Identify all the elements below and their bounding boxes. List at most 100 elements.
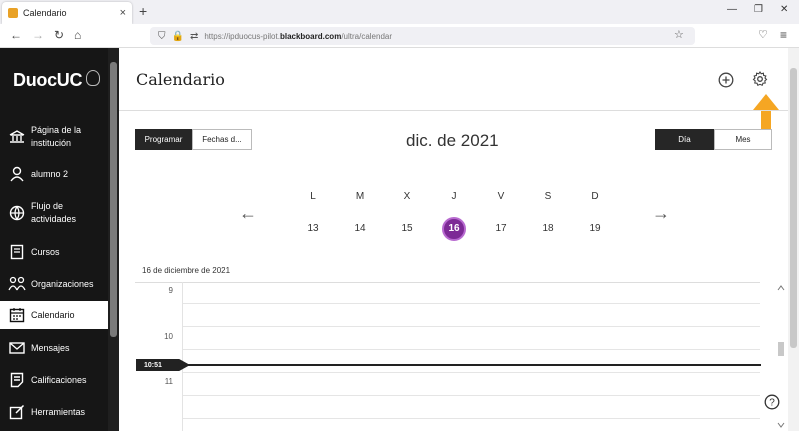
hour-line — [183, 418, 760, 419]
next-week-icon[interactable]: → — [652, 203, 670, 224]
hour-line — [183, 326, 760, 327]
sidebar-scrollbar-thumb[interactable] — [110, 62, 117, 337]
hour-column-divider — [182, 282, 183, 431]
annotation-arrow-icon — [753, 94, 779, 134]
sidebar-item-label: Flujo de actividades — [31, 201, 77, 224]
sidebar-item-herramientas[interactable]: Herramientas — [0, 402, 108, 422]
gear-icon[interactable] — [752, 71, 768, 87]
courses-icon — [8, 244, 26, 260]
sidebar-item-label: Calificaciones — [31, 374, 87, 385]
sidebar-item-calendario[interactable]: Calendario — [0, 301, 108, 329]
grades-icon — [8, 372, 26, 388]
mes-view-button[interactable]: Mes — [714, 129, 772, 150]
reload-icon[interactable]: ↻ — [54, 28, 64, 42]
sidebar: DuocUC Página de la institución alumno 2… — [0, 48, 119, 431]
restore-icon[interactable]: ❐ — [754, 4, 763, 15]
home-icon[interactable]: ⌂ — [74, 28, 81, 42]
day-number: 17 — [495, 223, 507, 234]
organizations-icon — [8, 276, 26, 292]
tools-icon — [8, 404, 26, 420]
programar-button[interactable]: Programar — [135, 129, 192, 150]
day-sat[interactable]: S 18 — [533, 191, 563, 241]
duoc-logo[interactable]: DuocUC — [13, 70, 83, 91]
menu-icon[interactable]: ≡ — [780, 28, 787, 42]
browser-tab-bar: Calendario × + — ❐ ✕ — [0, 0, 799, 24]
hour-line — [183, 372, 760, 373]
sidebar-item-cursos[interactable]: Cursos — [0, 242, 108, 262]
sidebar-item-organizaciones[interactable]: Organizaciones — [0, 274, 108, 294]
sidebar-item-institucion[interactable]: Página de la institución — [0, 122, 108, 152]
page-scrollbar-thumb[interactable] — [790, 68, 797, 348]
mail-icon — [8, 340, 26, 356]
sidebar-item-label: Organizaciones — [31, 278, 94, 289]
help-icon[interactable]: ? — [764, 394, 780, 410]
sidebar-item-label: Calendario — [31, 309, 75, 320]
day-fri[interactable]: V 17 — [486, 191, 516, 241]
day-number: 18 — [542, 223, 554, 234]
hour-label: 11 — [164, 377, 173, 386]
hour-label: 9 — [168, 286, 173, 295]
forward-icon[interactable]: → — [32, 28, 44, 42]
shield-icon: ⛉ — [158, 30, 166, 42]
day-number: 16 — [442, 217, 466, 241]
sidebar-item-flujo[interactable]: Flujo de actividades — [0, 198, 108, 228]
day-letter: V — [497, 191, 505, 202]
institution-icon — [8, 129, 26, 145]
day-letter: D — [591, 191, 599, 202]
tab-title: Calendario — [23, 8, 67, 18]
seal-icon — [86, 70, 100, 86]
day-tue[interactable]: M 14 — [345, 191, 375, 241]
back-icon[interactable]: ← — [10, 28, 22, 42]
current-time-line — [183, 364, 761, 366]
day-number: 15 — [401, 223, 413, 234]
favicon-icon — [8, 8, 18, 18]
day-letter: M — [355, 191, 365, 202]
url-host: blackboard.com — [279, 31, 342, 41]
add-event-icon[interactable] — [718, 72, 734, 88]
half-hour-line — [183, 395, 760, 396]
window-close-icon[interactable]: ✕ — [780, 4, 788, 15]
day-number: 14 — [354, 223, 366, 234]
day-letter: X — [403, 191, 411, 202]
day-schedule-grid[interactable] — [135, 282, 760, 431]
help-glyph: ? — [769, 398, 775, 409]
permissions-icon: ⇄ — [189, 30, 199, 42]
sidebar-item-alumno[interactable]: alumno 2 — [0, 164, 108, 184]
page-title: Calendario — [136, 70, 225, 89]
lock-icon: 🔒 — [171, 30, 184, 42]
browser-tab[interactable]: Calendario × — [2, 2, 132, 24]
selected-date-label: 16 de diciembre de 2021 — [142, 266, 231, 275]
url-bar[interactable]: ⛉ 🔒 ⇄ https://ipduocus-pilot. blackboard.… — [150, 27, 695, 45]
calendar-icon — [8, 307, 26, 323]
current-time-badge: 10:51 — [136, 359, 190, 371]
day-sun[interactable]: D 19 — [580, 191, 610, 241]
close-tab-icon[interactable]: × — [120, 7, 126, 19]
day-thu-selected[interactable]: J 16 — [439, 191, 469, 241]
half-hour-line — [183, 303, 760, 304]
day-letter: S — [544, 191, 552, 202]
sidebar-item-label: Herramientas — [31, 406, 86, 417]
minimize-icon[interactable]: — — [727, 4, 737, 15]
sidebar-item-mensajes[interactable]: Mensajes — [0, 338, 108, 358]
bookmark-star-icon[interactable]: ☆ — [674, 28, 684, 41]
pocket-icon[interactable]: ♡ — [758, 28, 768, 41]
url-path: /ultra/calendar — [341, 31, 393, 41]
day-mon[interactable]: L 13 — [298, 191, 328, 241]
day-letter: L — [310, 191, 316, 202]
prev-week-icon[interactable]: ← — [239, 203, 257, 224]
dia-view-button[interactable]: Día — [655, 129, 714, 150]
day-wed[interactable]: X 15 — [392, 191, 422, 241]
sidebar-item-calificaciones[interactable]: Calificaciones — [0, 370, 108, 390]
sidebar-item-label: Página de la institución — [31, 125, 82, 148]
month-label: dic. de 2021 — [406, 131, 499, 150]
sidebar-item-label: Cursos — [31, 246, 60, 257]
day-number: 19 — [589, 223, 601, 234]
url-prefix: https://ipduocus-pilot. — [204, 31, 280, 41]
half-hour-line — [183, 349, 760, 350]
new-tab-button[interactable]: + — [139, 3, 147, 19]
calendar-main: Calendario Programar Fechas d... dic. de… — [119, 48, 799, 431]
fechas-button[interactable]: Fechas d... — [192, 129, 252, 150]
header-divider — [119, 110, 788, 111]
globe-icon — [8, 205, 26, 221]
user-icon — [8, 166, 26, 182]
